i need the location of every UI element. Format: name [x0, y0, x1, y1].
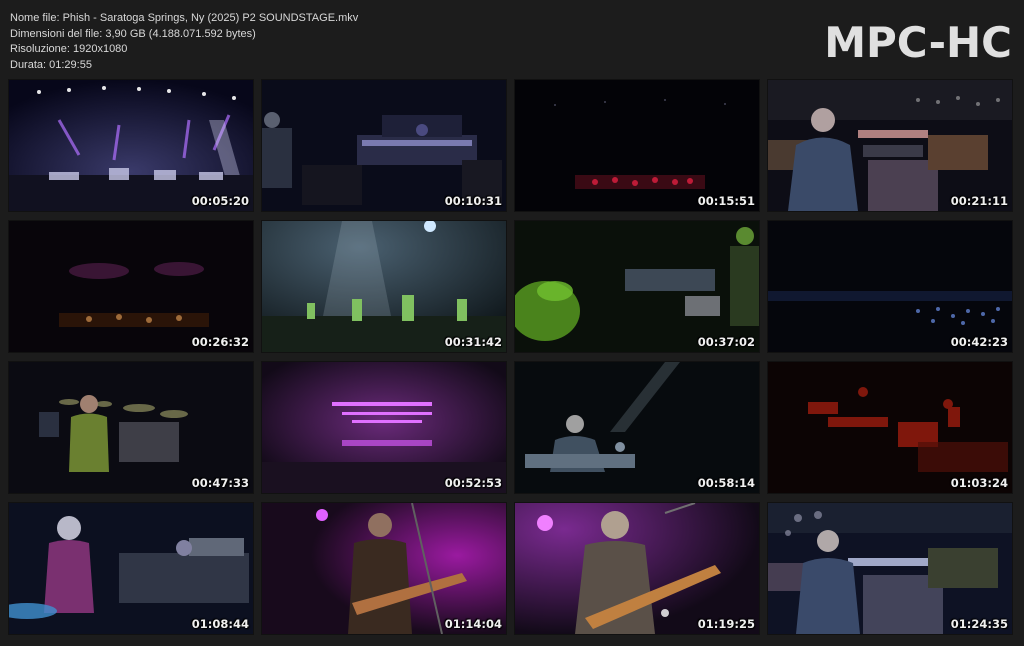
- stage-scene-image: [262, 362, 506, 493]
- thumbnail: 01:14:04: [262, 503, 506, 634]
- stage-scene-image: [515, 503, 759, 634]
- thumbnail: 01:08:44: [9, 503, 253, 634]
- thumbnail: 00:31:42: [262, 221, 506, 352]
- stage-scene-image: [768, 503, 1012, 634]
- mpc-hc-logo: MPC-HC: [824, 18, 1012, 67]
- timestamp: 00:10:31: [444, 194, 502, 208]
- thumbnail: 00:15:51: [515, 80, 759, 211]
- thumbnail: 00:26:32: [9, 221, 253, 352]
- thumbnail: 01:24:35: [768, 503, 1012, 634]
- thumbnail: 00:10:31: [262, 80, 506, 211]
- stage-scene-image: [515, 221, 759, 352]
- timestamp: 01:03:24: [950, 476, 1008, 490]
- thumbnail: 00:58:14: [515, 362, 759, 493]
- timestamp: 00:15:51: [697, 194, 755, 208]
- file-name-line: Nome file: Phish - Saratoga Springs, Ny …: [10, 12, 359, 24]
- timestamp: 01:19:25: [697, 617, 755, 631]
- timestamp: 00:05:20: [191, 194, 249, 208]
- thumbnail-grid: 00:05:20 00:10:31 00:15:51 00:21:11 00:2…: [9, 80, 1013, 636]
- timestamp: 00:42:23: [950, 335, 1008, 349]
- stage-scene-image: [768, 80, 1012, 211]
- duration-line: Durata: 01:29:55: [10, 58, 92, 71]
- thumbnail: 01:19:25: [515, 503, 759, 634]
- stage-scene-image: [262, 80, 506, 211]
- stage-scene-image: [262, 503, 506, 634]
- timestamp: 00:37:02: [697, 335, 755, 349]
- stage-scene-image: [262, 221, 506, 352]
- file-size-line: Dimensioni del file: 3,90 GB (4.188.071.…: [10, 27, 256, 40]
- timestamp: 00:47:33: [191, 476, 249, 490]
- timestamp: 00:58:14: [697, 476, 755, 490]
- thumbnail: 00:52:53: [262, 362, 506, 493]
- file-info: Nome file: Phish - Saratoga Springs, Ny …: [10, 11, 358, 73]
- thumbnail: 00:47:33: [9, 362, 253, 493]
- timestamp: 00:21:11: [950, 194, 1008, 208]
- stage-scene-image: [9, 80, 253, 211]
- stage-scene-image: [515, 80, 759, 211]
- stage-scene-image: [9, 221, 253, 352]
- thumbnail: 00:21:11: [768, 80, 1012, 211]
- stage-scene-image: [515, 362, 759, 493]
- thumbnail: 01:03:24: [768, 362, 1012, 493]
- stage-scene-image: [9, 362, 253, 493]
- timestamp: 01:08:44: [191, 617, 249, 631]
- timestamp: 00:31:42: [444, 335, 502, 349]
- timestamp: 00:26:32: [191, 335, 249, 349]
- thumbnail: 00:42:23: [768, 221, 1012, 352]
- thumbnail: 00:37:02: [515, 221, 759, 352]
- stage-scene-image: [768, 362, 1012, 493]
- stage-scene-image: [9, 503, 253, 634]
- timestamp: 01:24:35: [950, 617, 1008, 631]
- resolution-line: Risoluzione: 1920x1080: [10, 43, 128, 56]
- timestamp: 01:14:04: [444, 617, 502, 631]
- stage-scene-image: [768, 221, 1012, 352]
- thumbnail: 00:05:20: [9, 80, 253, 211]
- timestamp: 00:52:53: [444, 476, 502, 490]
